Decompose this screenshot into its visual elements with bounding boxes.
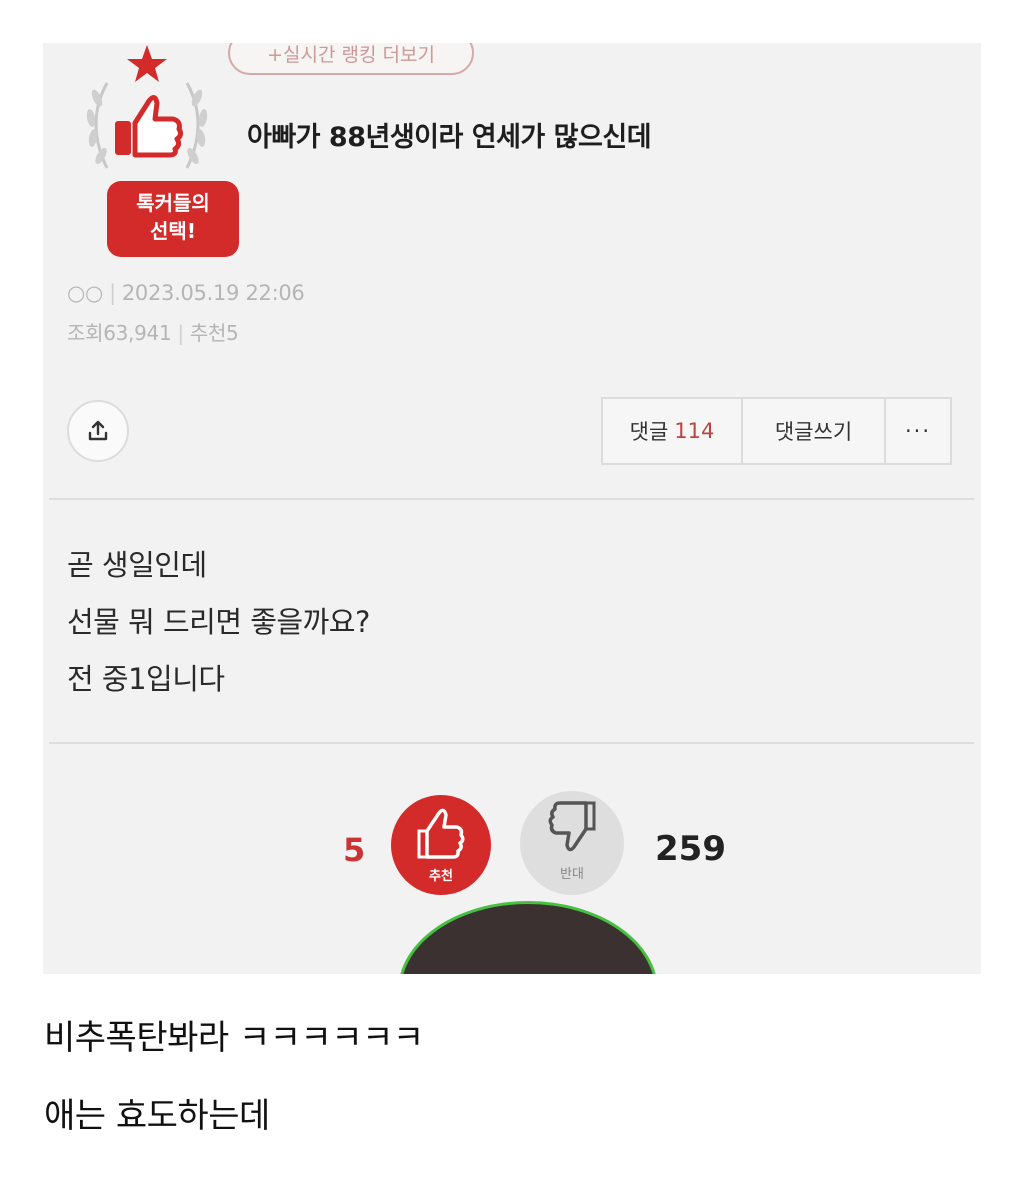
person-photo — [398, 901, 658, 974]
vote-down-count: 259 — [655, 829, 726, 869]
post-body: 곧 생일인데 선물 뭐 드리면 좋을까요? 전 중1입니다 — [67, 537, 370, 708]
vote-up-button[interactable]: 추천 — [391, 795, 491, 895]
post-stats: 조회63,941 | 추천5 — [67, 321, 239, 345]
write-comment-button[interactable]: 댓글쓰기 — [743, 399, 886, 463]
post-title: 아빠가 88년생이라 연세가 많으신데 — [247, 122, 652, 153]
thumbs-down-icon — [548, 801, 596, 852]
share-icon — [88, 420, 108, 441]
caption-line-1: 비추폭탄봐라 ㅋㅋㅋㅋㅋㅋ — [44, 1018, 424, 1058]
toker-choice-badge: 톡커들의 선택! — [67, 43, 239, 263]
view-count: 조회63,941 — [67, 321, 172, 345]
vote-up-count: 5 — [343, 831, 366, 869]
post-author-date: ○○ | 2023.05.19 22:06 — [67, 281, 305, 305]
badge-line1: 톡커들의 — [136, 191, 210, 215]
thumbs-up-icon — [417, 808, 465, 859]
comment-button-group: 댓글 114 댓글쓰기 ··· — [601, 397, 952, 465]
recommend-count: 추천5 — [189, 321, 239, 345]
author-name: ○○ — [67, 281, 104, 305]
divider — [49, 498, 974, 500]
badge-line2: 선택! — [150, 219, 196, 243]
post-datetime: 2023.05.19 22:06 — [121, 281, 305, 305]
caption-line-2: 애는 효도하는데 — [44, 1096, 270, 1136]
vote-down-label: 반대 — [560, 867, 584, 882]
share-button[interactable] — [67, 400, 129, 462]
ranking-more-link[interactable]: +실시간 랭킹 더보기 — [228, 43, 474, 75]
badge-label: 톡커들의 선택! — [107, 181, 239, 257]
comments-label: 댓글 — [629, 420, 669, 444]
divider — [49, 742, 974, 744]
more-button[interactable]: ··· — [886, 399, 950, 463]
comments-button[interactable]: 댓글 114 — [603, 399, 743, 463]
comments-count: 114 — [674, 419, 715, 443]
vote-up-label: 추천 — [429, 869, 453, 884]
body-line: 곧 생일인데 — [67, 548, 207, 582]
thumbs-up-laurel-icon — [86, 45, 208, 169]
body-line: 선물 뭐 드리면 좋을까요? — [67, 605, 370, 639]
vote-down-button[interactable]: 반대 — [520, 791, 624, 895]
body-line: 전 중1입니다 — [67, 662, 225, 696]
post-screenshot: +실시간 랭킹 더보기 톡커들의 선택! 아빠가 88년생이라 연세가 많으신데… — [43, 43, 981, 974]
